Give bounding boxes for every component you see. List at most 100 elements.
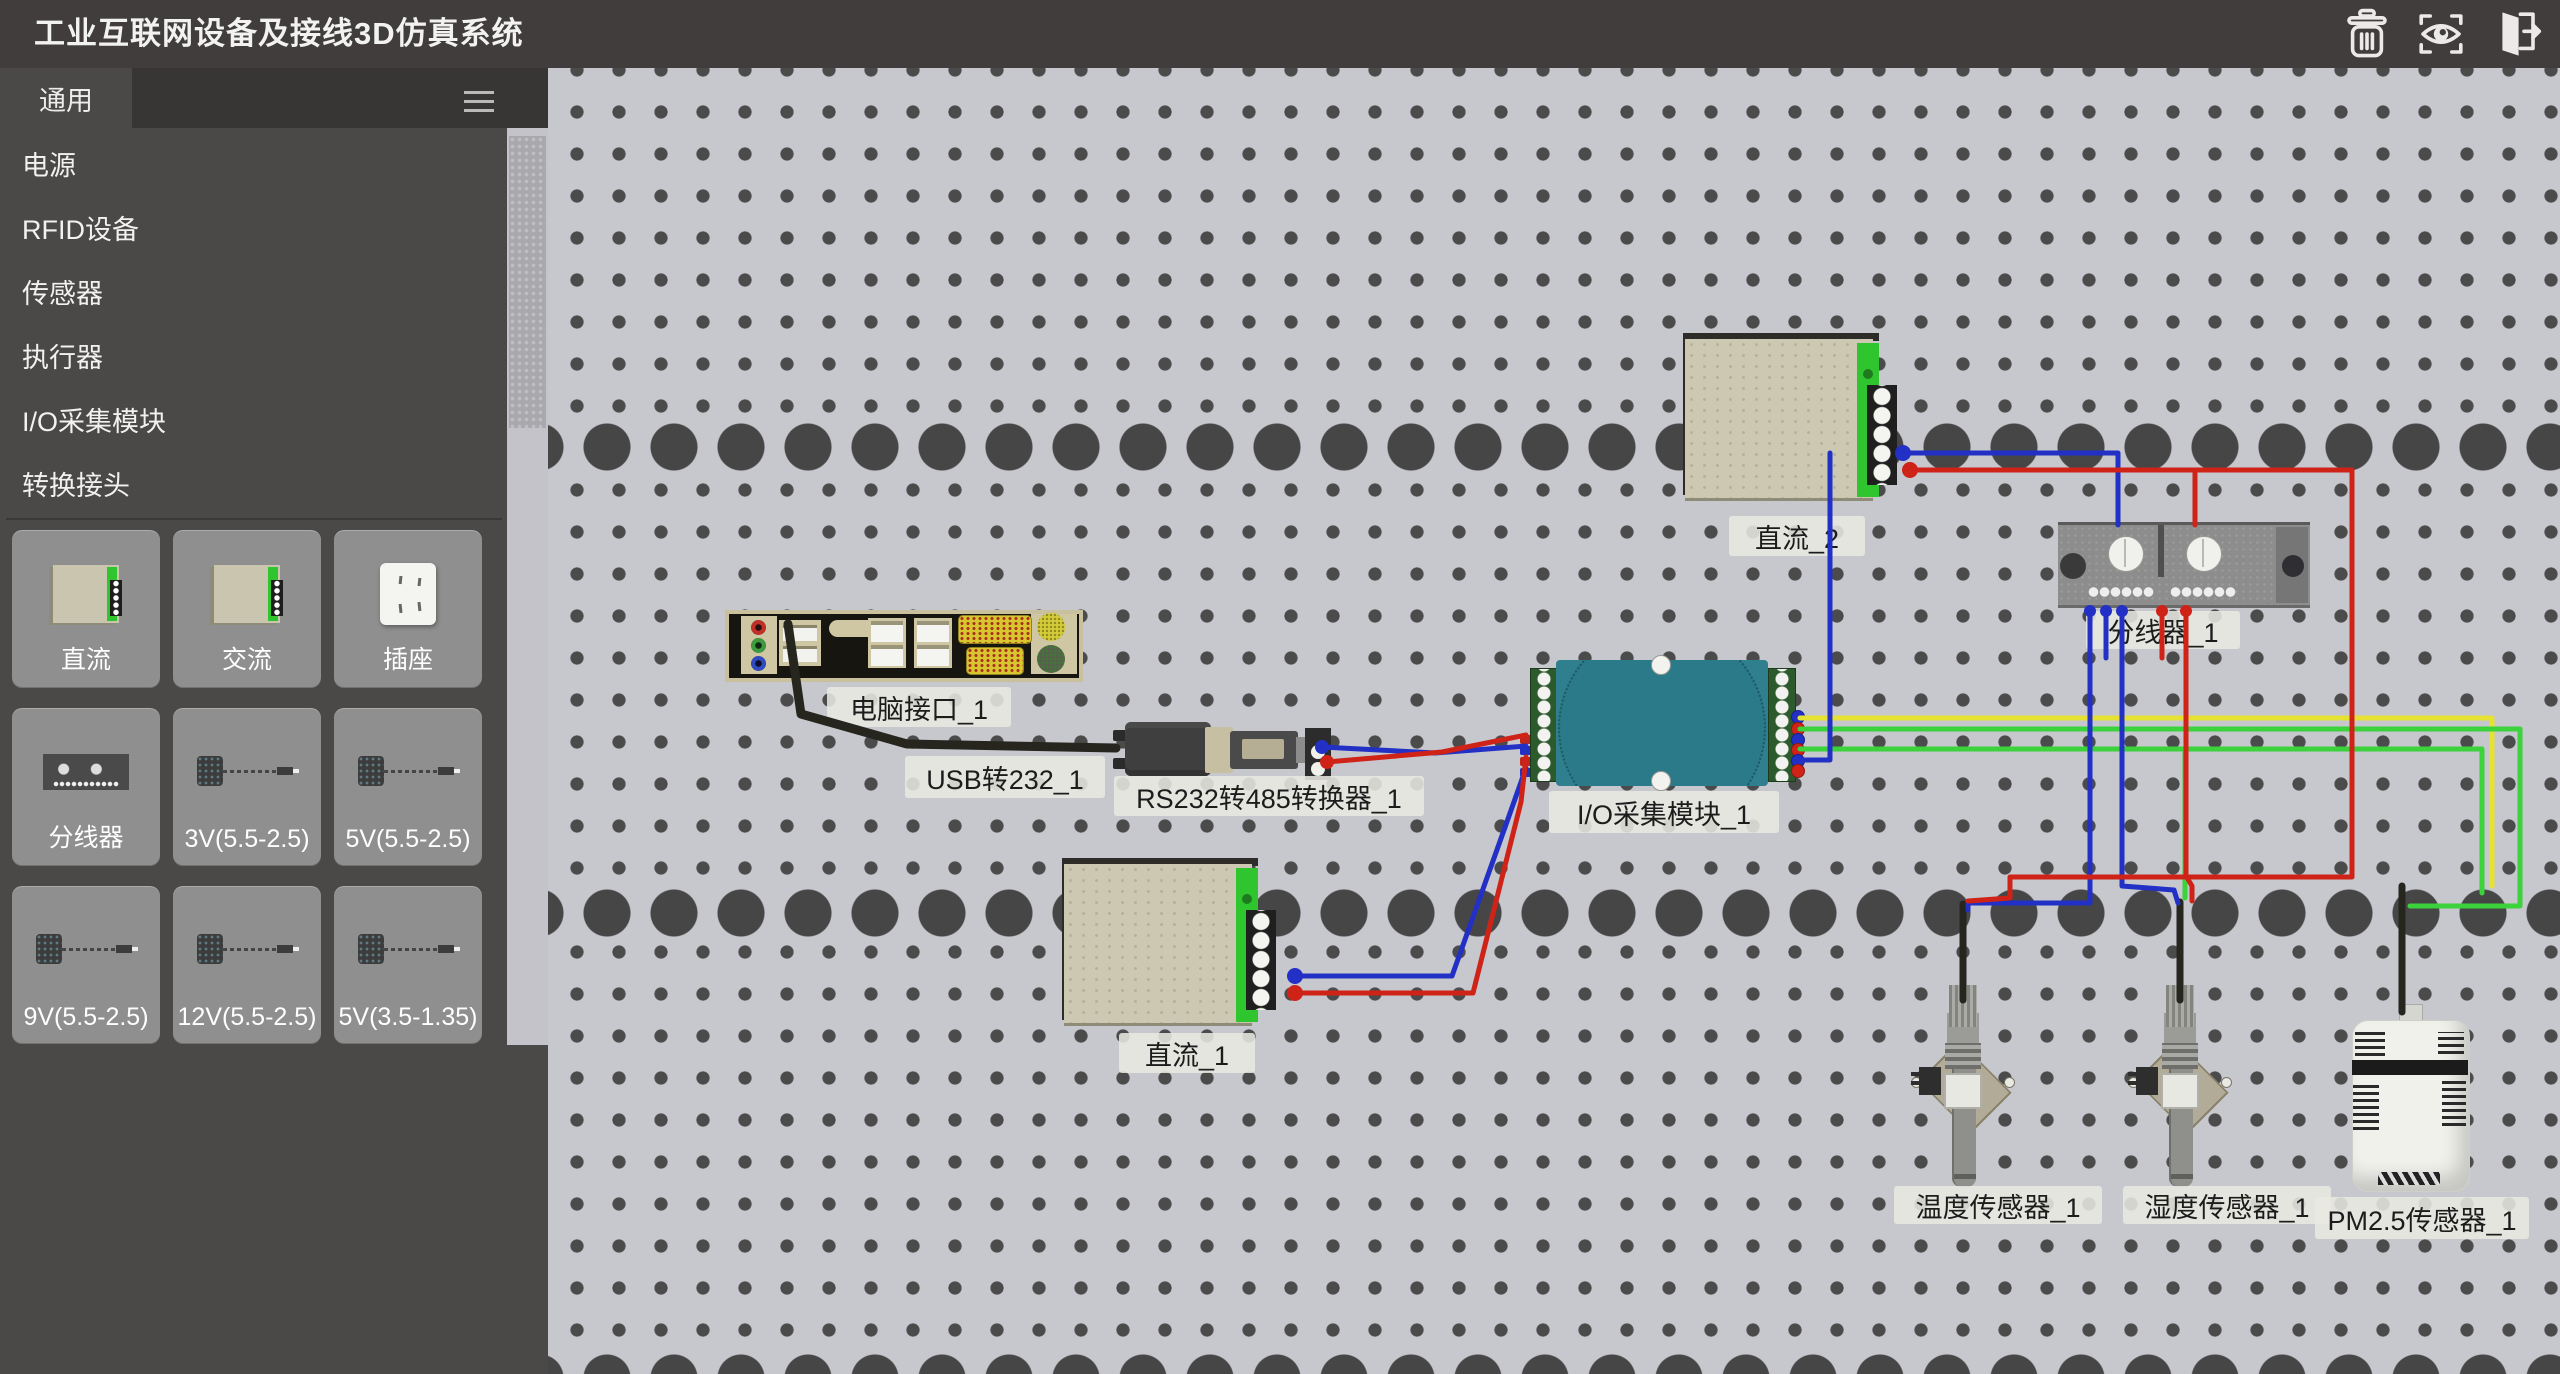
sensor-connector xyxy=(2136,1067,2158,1095)
sidebar-item-1[interactable]: RFID设备 xyxy=(0,198,505,262)
usb-port-pair-2 xyxy=(914,618,952,668)
terminal-block-left xyxy=(1530,668,1558,782)
label-pm25-sensor: PM2.5传感器_1 xyxy=(2315,1197,2529,1239)
menu-icon[interactable] xyxy=(464,85,494,118)
exit-export-icon[interactable] xyxy=(2486,5,2544,63)
terminal-row xyxy=(2170,585,2236,599)
vent-slats xyxy=(2442,1080,2466,1126)
component-card-label: 9V(5.5-2.5) xyxy=(12,1003,160,1032)
component-card-3[interactable]: 分线器 xyxy=(12,708,160,866)
component-card-5[interactable]: 5V(5.5-2.5) xyxy=(334,708,482,866)
pegboard-large-holes-row-3 xyxy=(548,1350,2560,1374)
pegboard-large-holes-row-1 xyxy=(548,419,2560,475)
preview-eye-icon[interactable] xyxy=(2412,5,2470,63)
screw-icon xyxy=(2186,536,2222,572)
audio-jack-blue-icon xyxy=(751,656,766,671)
component-card-8[interactable]: 5V(3.5-1.35) xyxy=(334,886,482,1044)
label-temp-sensor: 温度传感器_1 xyxy=(1894,1186,2102,1224)
audio-jack-column xyxy=(741,616,777,674)
adapter-thumbnail-icon xyxy=(34,929,138,971)
component-card-7[interactable]: 12V(5.5-2.5) xyxy=(173,886,321,1044)
screw-icon xyxy=(1651,771,1671,791)
db9-hood xyxy=(1125,722,1211,776)
wire-connector-red xyxy=(1791,764,1805,778)
pegboard-large-holes-row-2 xyxy=(548,885,2560,941)
sidebar-item-label: RFID设备 xyxy=(22,215,139,245)
sidebar-item-label: 电源 xyxy=(22,151,76,181)
vent-slats xyxy=(2438,1032,2464,1054)
trash-icon[interactable] xyxy=(2338,5,2396,63)
device-splitter[interactable] xyxy=(2058,522,2310,608)
housing-band xyxy=(2352,1060,2468,1075)
adapter-thumbnail-icon xyxy=(195,751,299,793)
terminal-row xyxy=(2088,585,2154,599)
tab-general[interactable]: 通用 xyxy=(0,68,132,128)
sidebar-item-5[interactable]: 转换接头 xyxy=(0,454,505,518)
component-card-label: 5V(3.5-1.35) xyxy=(334,1003,482,1032)
component-card-2[interactable]: 插座 xyxy=(334,530,482,688)
component-grid: 直流交流插座分线器 3V(5.5-2.5) 5V(5.5-2.5) 9V(5.5-2.… xyxy=(12,530,496,1044)
psu-thumbnail-icon xyxy=(214,565,280,623)
label-io-module: I/O采集模块_1 xyxy=(1549,791,1779,833)
psu-body xyxy=(1064,864,1252,1026)
terminal-block xyxy=(1305,728,1331,780)
sidebar-item-2[interactable]: 传感器 xyxy=(0,262,505,326)
workspace-canvas[interactable]: 电脑接口_1 USB转232_1 RS232转485转换器_1 I/O采集模块_… xyxy=(548,68,2560,1374)
vent-slats xyxy=(2353,1082,2379,1130)
component-card-6[interactable]: 9V(5.5-2.5) xyxy=(12,886,160,1044)
terminal-block xyxy=(1867,385,1897,485)
serial-connector-small xyxy=(966,647,1024,675)
sidebar-item-4[interactable]: I/O采集模块 xyxy=(0,390,505,454)
usb-port-pair-1 xyxy=(868,618,906,668)
adapter-thumbnail-icon xyxy=(356,751,460,793)
device-pm25-sensor[interactable] xyxy=(2352,1012,2468,1190)
device-dc-supply-2[interactable] xyxy=(1683,333,1898,508)
label-usb232: USB转232_1 xyxy=(905,756,1105,798)
sidebar-item-label: I/O采集模块 xyxy=(22,407,166,437)
sidebar-item-label: 执行器 xyxy=(22,343,103,373)
component-card-label: 5V(5.5-2.5) xyxy=(334,825,482,854)
sidebar-scrollbar-thumb[interactable] xyxy=(509,136,546,428)
terminal-block xyxy=(1246,910,1276,1010)
sensor-clamp xyxy=(2161,1073,2199,1109)
sidebar-item-3[interactable]: 执行器 xyxy=(0,326,505,390)
component-card-label: 3V(5.5-2.5) xyxy=(173,825,321,854)
sidebar-item-label: 转换接头 xyxy=(22,471,130,501)
device-computer-port[interactable] xyxy=(725,610,1083,682)
serial-connector-large xyxy=(958,615,1032,644)
toolbar xyxy=(2338,0,2544,68)
sidebar-item-label: 传感器 xyxy=(22,279,103,309)
psu-thumbnail-icon xyxy=(53,565,119,623)
vent-slats xyxy=(2355,1030,2385,1056)
component-card-label: 分线器 xyxy=(12,818,160,854)
label-rs232-485: RS232转485转换器_1 xyxy=(1114,776,1424,816)
db9-flange xyxy=(1205,727,1233,773)
mount-hole-icon xyxy=(2060,553,2086,579)
component-card-label: 12V(5.5-2.5) xyxy=(173,1003,321,1032)
top-bar: 工业互联网设备及接线3D仿真系统 xyxy=(0,0,2560,68)
screw-terminal-icon xyxy=(1311,762,1325,776)
sidebar-item-0[interactable]: 电源 xyxy=(0,134,505,198)
device-humidity-sensor[interactable] xyxy=(2120,925,2240,1210)
screw-terminal-icon xyxy=(1311,745,1325,759)
audio-jack-green-icon xyxy=(751,638,766,653)
converter-body xyxy=(1230,731,1298,769)
psu-body xyxy=(1685,339,1873,501)
io-module-body xyxy=(1556,660,1768,786)
component-card-1[interactable]: 交流 xyxy=(173,530,321,688)
bottom-vent xyxy=(2378,1172,2440,1185)
component-card-0[interactable]: 直流 xyxy=(12,530,160,688)
device-dc-supply-1[interactable] xyxy=(1062,858,1277,1033)
component-card-4[interactable]: 3V(5.5-2.5) xyxy=(173,708,321,866)
splitter-end-cap xyxy=(2276,527,2308,603)
usb-stack-left xyxy=(779,620,821,666)
label-splitter: 分线器_1 xyxy=(2086,611,2240,649)
component-card-label: 插座 xyxy=(334,640,482,676)
component-sidebar: 通用 电源 RFID设备传感器执行器 I/O采集模块转换接头 直流交流插座分线器 3V… xyxy=(0,68,548,1374)
device-io-module[interactable] xyxy=(1518,653,1810,798)
device-temp-sensor[interactable] xyxy=(1903,925,2023,1210)
splitter-thumbnail-icon xyxy=(43,754,129,790)
ps2-port-green-icon xyxy=(1037,645,1065,673)
cable-gland xyxy=(2166,985,2194,1027)
sidebar-scrollbar[interactable] xyxy=(507,128,548,1045)
